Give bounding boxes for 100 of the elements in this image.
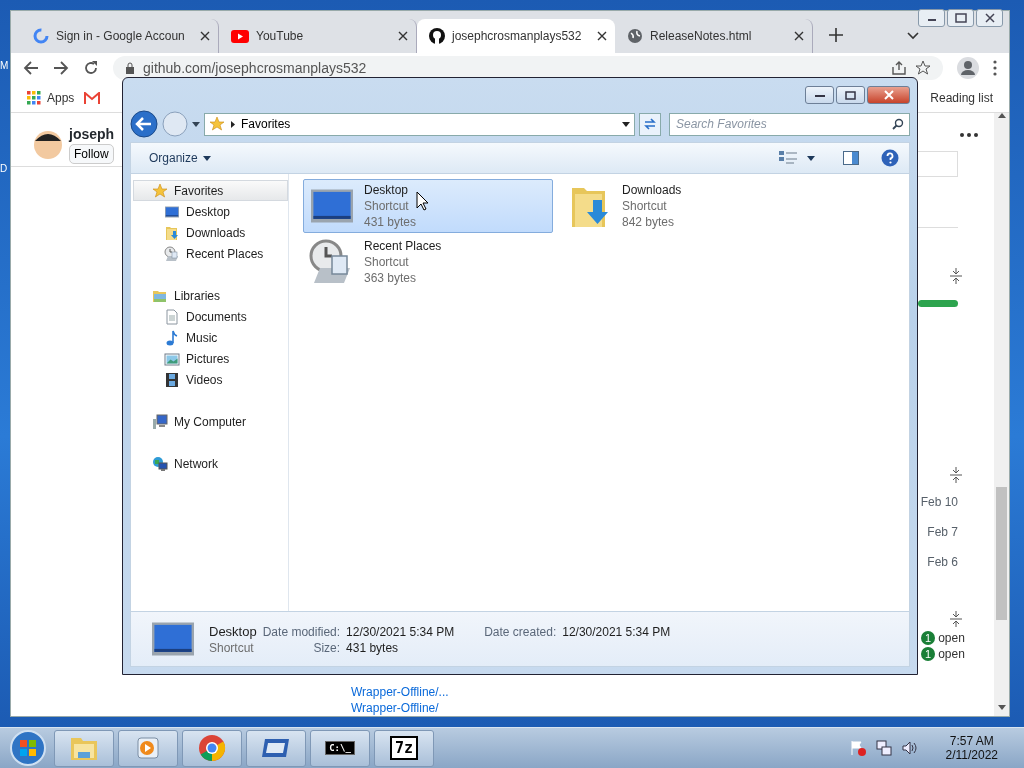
chevron-down-icon[interactable] <box>907 32 919 40</box>
youtube-icon <box>231 29 249 43</box>
date-text: Feb 6 <box>927 554 958 571</box>
caret-icon[interactable] <box>192 121 200 127</box>
close-icon[interactable] <box>794 31 804 41</box>
nav-item[interactable]: Music <box>133 327 288 348</box>
arrow-down-icon[interactable] <box>997 705 1006 710</box>
details-name: Desktop <box>209 623 257 639</box>
lock-icon <box>125 62 135 74</box>
pointer-icon <box>416 191 429 211</box>
music-note-icon <box>164 329 180 346</box>
refresh-button[interactable] <box>639 112 661 136</box>
close-icon[interactable] <box>398 31 408 41</box>
field-label: Date created: <box>484 624 557 639</box>
close-button[interactable] <box>867 86 910 104</box>
close-icon[interactable] <box>597 31 607 41</box>
file-item[interactable]: Downloads Shortcut 842 bytes <box>561 179 811 233</box>
field-label: Date modified: <box>262 624 341 639</box>
more-icon[interactable] <box>993 60 997 76</box>
view-options-icon[interactable] <box>779 151 797 165</box>
profile-icon[interactable] <box>957 57 979 79</box>
nav-item[interactable]: Videos <box>133 369 288 390</box>
google-icon <box>33 28 49 44</box>
forward-icon[interactable] <box>53 60 69 76</box>
network-icon[interactable] <box>875 740 892 756</box>
file-item[interactable]: Recent Places Shortcut 363 bytes <box>303 235 553 289</box>
pictures-icon <box>164 350 180 367</box>
desktop-icon-label: D <box>0 163 8 174</box>
minimize-button[interactable] <box>918 9 945 27</box>
star-icon <box>152 182 168 199</box>
minimize-button[interactable] <box>805 86 834 104</box>
back-icon[interactable] <box>130 110 158 138</box>
gmail-icon[interactable] <box>84 91 101 104</box>
scrollbar-thumb[interactable] <box>996 487 1007 620</box>
scrollbar[interactable] <box>994 113 1009 716</box>
nav-item[interactable]: Favorites <box>133 180 288 201</box>
search-field[interactable]: Search Favorites <box>669 112 910 136</box>
nav-item[interactable]: My Computer <box>133 411 288 432</box>
nav-item[interactable]: Documents <box>133 306 288 327</box>
refresh-icon <box>643 118 657 130</box>
desktop-icon-label: M <box>0 60 9 71</box>
star-icon[interactable] <box>915 60 931 76</box>
unfold-icon[interactable] <box>950 467 962 483</box>
share-icon[interactable] <box>891 61 907 75</box>
caret-icon <box>202 155 211 161</box>
clock[interactable]: 7:57 AM 2/11/2022 <box>945 734 998 762</box>
maximize-icon <box>954 13 967 23</box>
volume-icon[interactable] <box>901 740 918 756</box>
command-prompt-icon[interactable]: C:\_ <box>325 741 355 755</box>
username: joseph <box>69 125 115 142</box>
close-icon[interactable] <box>200 31 210 41</box>
taskbar-button[interactable] <box>118 729 178 767</box>
address-bar[interactable]: github.com/josephcrosmanplays532 <box>113 56 943 80</box>
back-icon[interactable] <box>23 60 39 76</box>
nav-item[interactable]: Desktop <box>133 201 288 222</box>
document-icon <box>164 308 180 325</box>
url-text: github.com/josephcrosmanplays532 <box>143 60 367 76</box>
address-field[interactable]: Favorites <box>204 112 635 136</box>
caret-icon[interactable] <box>807 155 815 161</box>
repository-link[interactable]: Wrapper-Offline/... <box>351 685 449 699</box>
help-icon[interactable] <box>881 149 899 167</box>
apps-bookmark[interactable]: Apps <box>27 90 75 105</box>
file-item[interactable]: Desktop Shortcut 431 bytes <box>303 179 553 233</box>
taskbar-button[interactable]: C:\_ <box>310 729 370 767</box>
details-type: Shortcut <box>209 640 255 655</box>
taskbar-button[interactable] <box>182 729 242 767</box>
caret-icon[interactable] <box>622 121 630 127</box>
maximize-button[interactable] <box>836 86 865 104</box>
download-folder-icon <box>164 224 180 241</box>
nav-item[interactable]: Recent Places <box>133 243 288 264</box>
search-icon <box>892 117 904 130</box>
unfold-icon[interactable] <box>950 268 962 284</box>
archive-icon[interactable]: 7z <box>389 736 419 760</box>
maximize-button[interactable] <box>947 9 974 27</box>
window-icon[interactable] <box>261 737 291 759</box>
close-button[interactable] <box>976 9 1003 27</box>
reload-icon[interactable] <box>83 60 99 76</box>
close-icon <box>883 90 894 100</box>
arrow-up-icon[interactable] <box>997 113 1006 118</box>
plus-icon[interactable] <box>829 28 843 42</box>
recent-places-icon <box>164 245 180 262</box>
reading-list-button[interactable]: Reading list <box>930 90 993 105</box>
chrome-icon[interactable] <box>198 734 226 762</box>
field-value: 12/30/2021 5:34 PM <box>562 624 671 639</box>
organize-button[interactable]: Organize <box>147 149 213 167</box>
browser-tab[interactable]: josephcrosmanplays532 <box>417 19 615 53</box>
issue-count: 1 open <box>921 631 965 645</box>
date-text: Feb 7 <box>927 524 958 541</box>
preview-pane-icon[interactable] <box>843 151 859 165</box>
flag-icon[interactable] <box>849 740 866 756</box>
follow-button[interactable]: Follow <box>69 143 115 164</box>
nav-item[interactable]: Pictures <box>133 348 288 369</box>
taskbar-button[interactable]: 7z <box>374 729 434 767</box>
nav-item[interactable]: Network <box>133 453 288 474</box>
nav-item[interactable]: Downloads <box>133 222 288 243</box>
taskbar-button[interactable] <box>246 729 306 767</box>
more-icon[interactable] <box>960 133 978 137</box>
unfold-icon[interactable] <box>950 611 962 627</box>
repository-link[interactable]: Wrapper-Offline/ <box>351 701 439 715</box>
nav-item[interactable]: Libraries <box>133 285 288 306</box>
